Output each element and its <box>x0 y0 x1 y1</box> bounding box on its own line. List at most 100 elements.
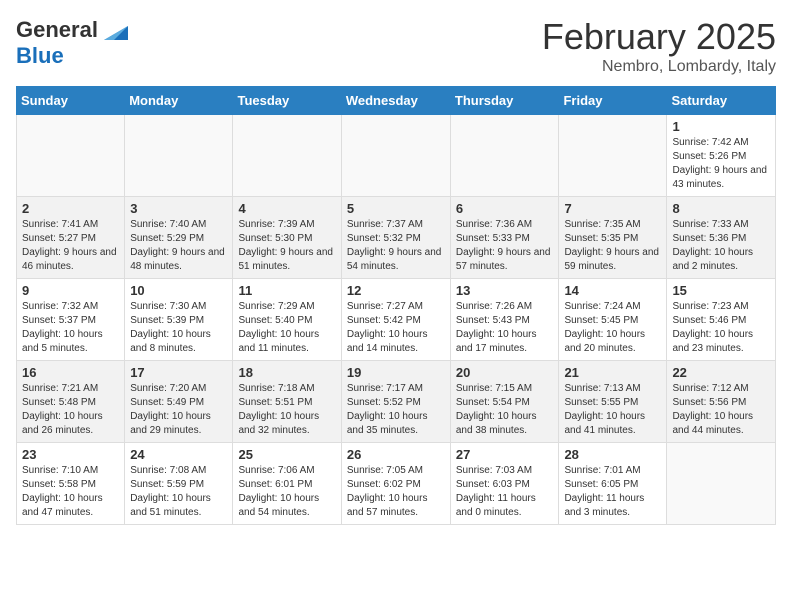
weekday-header-sunday: Sunday <box>17 87 125 115</box>
day-info: Sunrise: 7:24 AM Sunset: 5:45 PM Dayligh… <box>564 300 661 356</box>
location: Nembro, Lombardy, Italy <box>542 58 776 76</box>
calendar-cell: 6 Sunrise: 7:36 AM Sunset: 5:33 PM Daylig… <box>450 197 559 279</box>
calendar-cell: 3 Sunrise: 7:40 AM Sunset: 5:29 PM Daylig… <box>125 197 233 279</box>
weekday-header-tuesday: Tuesday <box>233 87 341 115</box>
day-number: 25 <box>238 447 335 462</box>
day-number: 10 <box>130 283 227 298</box>
calendar-cell: 5 Sunrise: 7:37 AM Sunset: 5:32 PM Daylig… <box>341 197 450 279</box>
weekday-header-saturday: Saturday <box>667 87 776 115</box>
week-row-0: 1 Sunrise: 7:42 AM Sunset: 5:26 PM Daylig… <box>17 115 776 197</box>
day-info: Sunrise: 7:26 AM Sunset: 5:43 PM Dayligh… <box>456 300 554 356</box>
calendar-cell: 22 Sunrise: 7:12 AM Sunset: 5:56 PM Dayli… <box>667 361 776 443</box>
day-number: 17 <box>130 365 227 380</box>
day-info: Sunrise: 7:15 AM Sunset: 5:54 PM Dayligh… <box>456 382 554 438</box>
weekday-header-thursday: Thursday <box>450 87 559 115</box>
day-info: Sunrise: 7:40 AM Sunset: 5:29 PM Dayligh… <box>130 218 227 274</box>
day-number: 9 <box>22 283 119 298</box>
calendar-cell: 27Sunrise: 7:03 AM Sunset: 6:03 PM Dayli… <box>450 443 559 525</box>
calendar-cell: 14Sunrise: 7:24 AM Sunset: 5:45 PM Dayli… <box>559 279 667 361</box>
day-number: 20 <box>456 365 554 380</box>
week-row-2: 9 Sunrise: 7:32 AM Sunset: 5:37 PM Daylig… <box>17 279 776 361</box>
day-info: Sunrise: 7:21 AM Sunset: 5:48 PM Dayligh… <box>22 382 119 438</box>
logo-icon <box>100 16 128 44</box>
calendar-cell: 10Sunrise: 7:30 AM Sunset: 5:39 PM Dayli… <box>125 279 233 361</box>
day-info: Sunrise: 7:18 AM Sunset: 5:51 PM Dayligh… <box>238 382 335 438</box>
day-number: 13 <box>456 283 554 298</box>
day-number: 24 <box>130 447 227 462</box>
calendar-cell: 11 Sunrise: 7:29 AM Sunset: 5:40 PM Dayli… <box>233 279 341 361</box>
calendar-cell: 20 Sunrise: 7:15 AM Sunset: 5:54 PM Dayli… <box>450 361 559 443</box>
day-info: Sunrise: 7:06 AM Sunset: 6:01 PM Dayligh… <box>238 464 335 520</box>
day-info: Sunrise: 7:29 AM Sunset: 5:40 PM Dayligh… <box>238 300 335 356</box>
day-info: Sunrise: 7:12 AM Sunset: 5:56 PM Dayligh… <box>672 382 770 438</box>
day-number: 19 <box>347 365 445 380</box>
calendar-cell: 4Sunrise: 7:39 AM Sunset: 5:30 PM Daylig… <box>233 197 341 279</box>
calendar-cell: 16Sunrise: 7:21 AM Sunset: 5:48 PM Dayli… <box>17 361 125 443</box>
day-number: 4 <box>238 201 335 216</box>
calendar-cell: 9 Sunrise: 7:32 AM Sunset: 5:37 PM Daylig… <box>17 279 125 361</box>
calendar-cell <box>559 115 667 197</box>
weekday-header-row: SundayMondayTuesdayWednesdayThursdayFrid… <box>17 87 776 115</box>
calendar-cell: 28 Sunrise: 7:01 AM Sunset: 6:05 PM Dayli… <box>559 443 667 525</box>
day-number: 1 <box>672 119 770 134</box>
calendar-cell <box>450 115 559 197</box>
day-info: Sunrise: 7:20 AM Sunset: 5:49 PM Dayligh… <box>130 382 227 438</box>
calendar-cell: 26 Sunrise: 7:05 AM Sunset: 6:02 PM Dayli… <box>341 443 450 525</box>
day-info: Sunrise: 7:17 AM Sunset: 5:52 PM Dayligh… <box>347 382 445 438</box>
day-number: 21 <box>564 365 661 380</box>
day-number: 7 <box>564 201 661 216</box>
day-info: Sunrise: 7:35 AM Sunset: 5:35 PM Dayligh… <box>564 218 661 274</box>
day-number: 8 <box>672 201 770 216</box>
logo-general-text: General <box>16 18 98 42</box>
calendar-cell: 19 Sunrise: 7:17 AM Sunset: 5:52 PM Dayli… <box>341 361 450 443</box>
day-number: 22 <box>672 365 770 380</box>
day-info: Sunrise: 7:37 AM Sunset: 5:32 PM Dayligh… <box>347 218 445 274</box>
week-row-3: 16Sunrise: 7:21 AM Sunset: 5:48 PM Dayli… <box>17 361 776 443</box>
calendar-cell: 13 Sunrise: 7:26 AM Sunset: 5:43 PM Dayli… <box>450 279 559 361</box>
calendar-cell <box>233 115 341 197</box>
day-number: 5 <box>347 201 445 216</box>
calendar-cell: 17 Sunrise: 7:20 AM Sunset: 5:49 PM Dayli… <box>125 361 233 443</box>
calendar-cell: 18Sunrise: 7:18 AM Sunset: 5:51 PM Dayli… <box>233 361 341 443</box>
calendar-cell: 8 Sunrise: 7:33 AM Sunset: 5:36 PM Daylig… <box>667 197 776 279</box>
calendar-cell <box>667 443 776 525</box>
page: General Blue February 2025 Nembro, Lomba… <box>0 0 792 541</box>
day-number: 2 <box>22 201 119 216</box>
weekday-header-friday: Friday <box>559 87 667 115</box>
calendar-cell: 2Sunrise: 7:41 AM Sunset: 5:27 PM Daylig… <box>17 197 125 279</box>
calendar-cell: 12Sunrise: 7:27 AM Sunset: 5:42 PM Dayli… <box>341 279 450 361</box>
day-info: Sunrise: 7:32 AM Sunset: 5:37 PM Dayligh… <box>22 300 119 356</box>
logo: General Blue <box>16 16 128 68</box>
calendar-table: SundayMondayTuesdayWednesdayThursdayFrid… <box>16 86 776 525</box>
calendar-cell: 23Sunrise: 7:10 AM Sunset: 5:58 PM Dayli… <box>17 443 125 525</box>
week-row-1: 2Sunrise: 7:41 AM Sunset: 5:27 PM Daylig… <box>17 197 776 279</box>
day-number: 11 <box>238 283 335 298</box>
day-number: 28 <box>564 447 661 462</box>
day-number: 26 <box>347 447 445 462</box>
day-number: 15 <box>672 283 770 298</box>
day-info: Sunrise: 7:33 AM Sunset: 5:36 PM Dayligh… <box>672 218 770 274</box>
day-number: 23 <box>22 447 119 462</box>
month-title: February 2025 <box>542 16 776 58</box>
calendar-cell: 15 Sunrise: 7:23 AM Sunset: 5:46 PM Dayli… <box>667 279 776 361</box>
calendar-cell: 7 Sunrise: 7:35 AM Sunset: 5:35 PM Daylig… <box>559 197 667 279</box>
weekday-header-monday: Monday <box>125 87 233 115</box>
day-info: Sunrise: 7:42 AM Sunset: 5:26 PM Dayligh… <box>672 136 770 192</box>
weekday-header-wednesday: Wednesday <box>341 87 450 115</box>
day-info: Sunrise: 7:23 AM Sunset: 5:46 PM Dayligh… <box>672 300 770 356</box>
day-info: Sunrise: 7:36 AM Sunset: 5:33 PM Dayligh… <box>456 218 554 274</box>
day-info: Sunrise: 7:05 AM Sunset: 6:02 PM Dayligh… <box>347 464 445 520</box>
day-number: 6 <box>456 201 554 216</box>
logo-blue-text: Blue <box>16 43 64 68</box>
calendar-cell: 24 Sunrise: 7:08 AM Sunset: 5:59 PM Dayli… <box>125 443 233 525</box>
day-info: Sunrise: 7:03 AM Sunset: 6:03 PM Dayligh… <box>456 464 554 520</box>
calendar-cell: 21 Sunrise: 7:13 AM Sunset: 5:55 PM Dayli… <box>559 361 667 443</box>
day-number: 3 <box>130 201 227 216</box>
day-info: Sunrise: 7:27 AM Sunset: 5:42 PM Dayligh… <box>347 300 445 356</box>
title-block: February 2025 Nembro, Lombardy, Italy <box>542 16 776 76</box>
day-info: Sunrise: 7:13 AM Sunset: 5:55 PM Dayligh… <box>564 382 661 438</box>
calendar-cell: 25 Sunrise: 7:06 AM Sunset: 6:01 PM Dayli… <box>233 443 341 525</box>
day-info: Sunrise: 7:01 AM Sunset: 6:05 PM Dayligh… <box>564 464 661 520</box>
day-info: Sunrise: 7:08 AM Sunset: 5:59 PM Dayligh… <box>130 464 227 520</box>
calendar-cell: 1 Sunrise: 7:42 AM Sunset: 5:26 PM Daylig… <box>667 115 776 197</box>
